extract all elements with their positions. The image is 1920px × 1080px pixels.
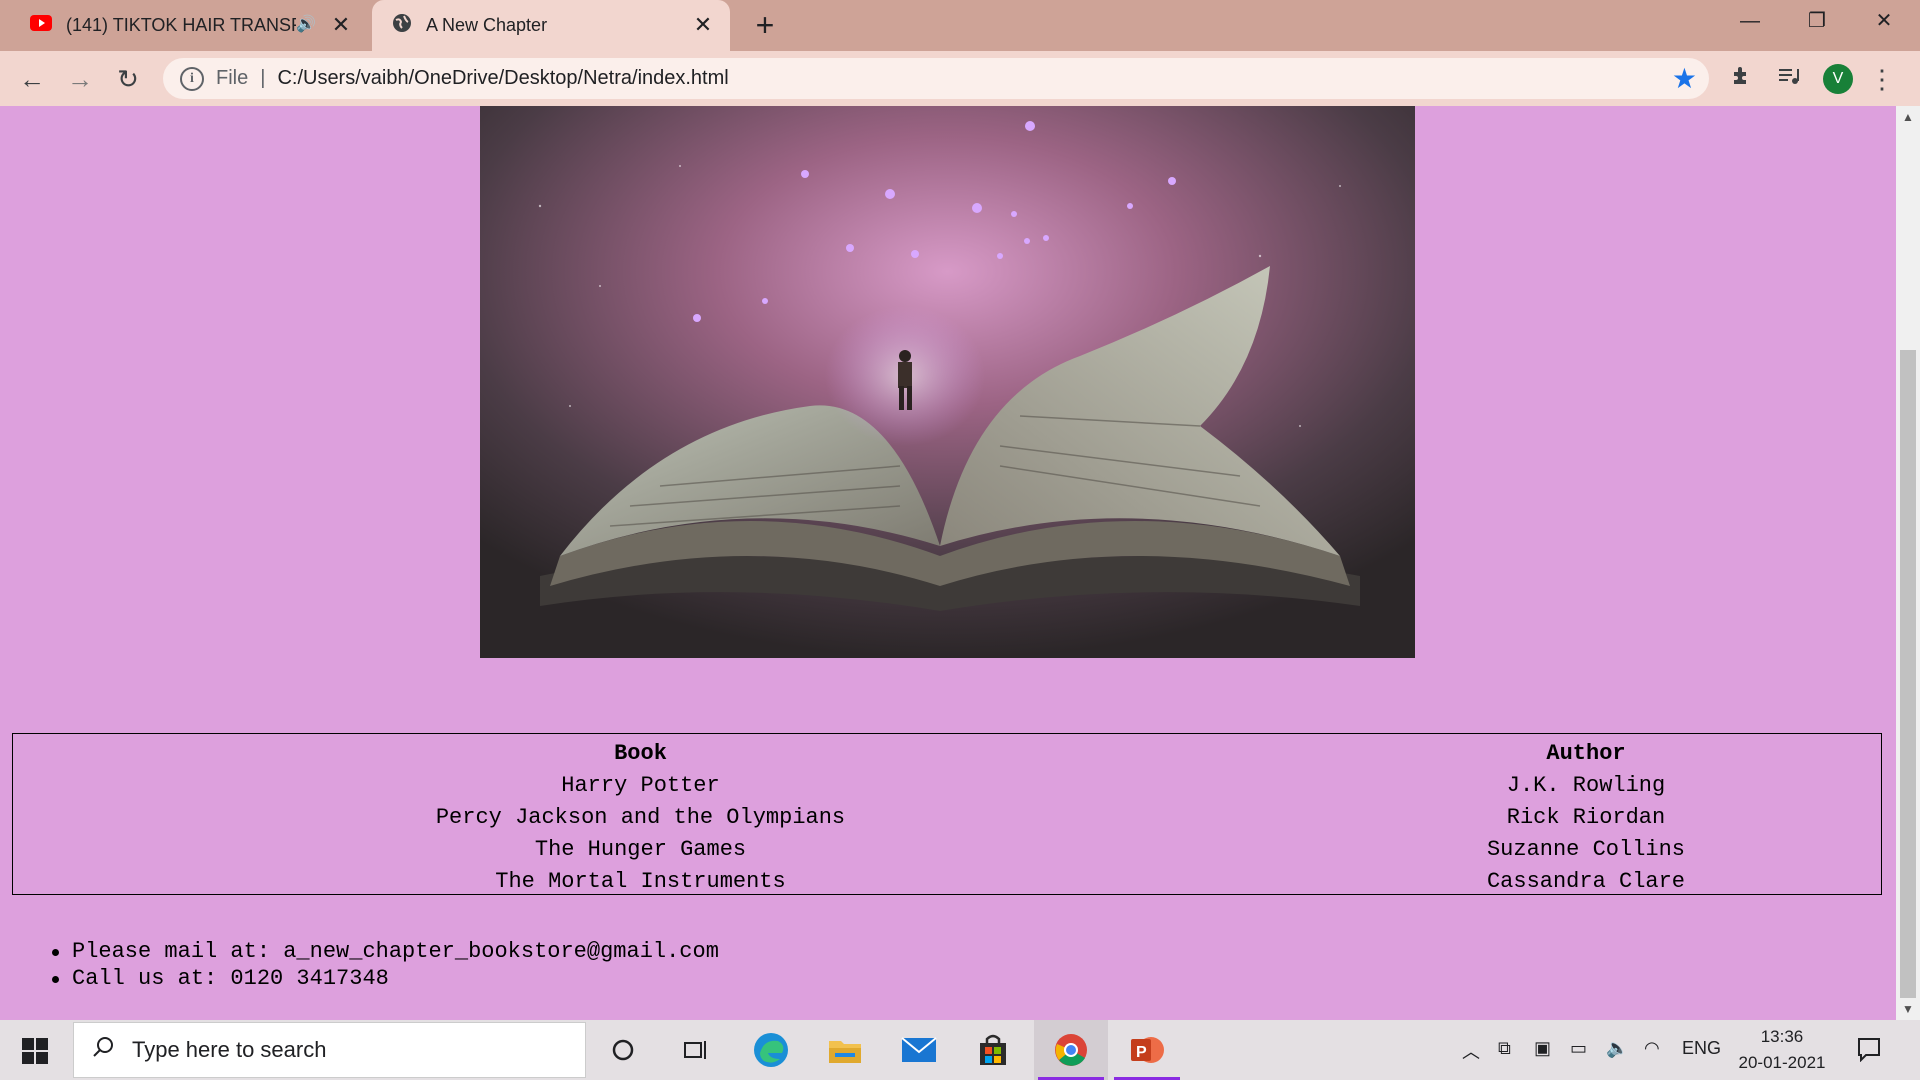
table-cell-book: Percy Jackson and the Olympians (435, 805, 846, 830)
edge-icon[interactable] (734, 1020, 808, 1080)
table-cell-book: The Mortal Instruments (495, 869, 786, 894)
tab-title: A New Chapter (426, 15, 548, 35)
minimize-button[interactable]: — (1730, 6, 1770, 36)
table-cell-book: The Hunger Games (534, 837, 747, 862)
display-icon[interactable]: ▣ (1534, 1038, 1551, 1059)
table-cell-author: Rick Riordan (1506, 805, 1666, 830)
browser-toolbar: ← → ↻ i File | C:/Users/vaibh/OneDrive/D… (0, 51, 1920, 106)
author-column: Author J.K. Rowling Rick Riordan Suzanne… (1268, 738, 1896, 898)
meet-icon[interactable]: ⧉ (1498, 1038, 1511, 1059)
forward-button[interactable]: → (64, 63, 96, 95)
speaker-icon[interactable]: 🔊 (296, 14, 316, 34)
search-placeholder: Type here to search (132, 1037, 327, 1062)
powerpoint-icon[interactable]: P (1110, 1020, 1184, 1080)
taskbar-search-input[interactable]: Type here to search (73, 1022, 586, 1078)
hero-image (480, 106, 1415, 658)
system-clock[interactable]: 13:36 20-01-2021 (1736, 1024, 1828, 1076)
tab-youtube[interactable]: (141) TIKTOK HAIR TRANSFO 🔊 ✕ (18, 0, 368, 51)
battery-icon[interactable]: ▭ (1570, 1038, 1587, 1059)
table-cell-author: Suzanne Collins (1486, 837, 1686, 862)
close-tab-icon[interactable]: ✕ (328, 12, 354, 38)
scroll-thumb[interactable] (1900, 350, 1916, 998)
volume-icon[interactable]: 🔈 (1606, 1038, 1628, 1059)
contact-list: Please mail at: a_new_chapter_bookstore@… (48, 938, 719, 992)
address-bar[interactable]: i File | C:/Users/vaibh/OneDrive/Desktop… (163, 58, 1709, 99)
windows-start-icon[interactable] (22, 1038, 48, 1064)
language-indicator[interactable]: ENG (1682, 1038, 1721, 1059)
globe-icon (392, 13, 412, 38)
book-column: Book Harry Potter Percy Jackson and the … (13, 738, 1268, 898)
svg-text:P: P (1136, 1044, 1147, 1061)
chevron-up-icon[interactable]: ︿ (1462, 1038, 1480, 1064)
avatar[interactable]: V (1823, 64, 1853, 94)
back-button[interactable]: ← (16, 63, 48, 95)
extensions-icon[interactable] (1726, 63, 1758, 95)
media-control-icon[interactable] (1773, 63, 1805, 95)
file-explorer-icon[interactable] (808, 1020, 882, 1080)
notification-icon[interactable] (1856, 1036, 1882, 1067)
youtube-icon (30, 15, 52, 36)
chrome-icon[interactable] (1034, 1020, 1108, 1080)
scroll-down-arrow-icon[interactable]: ▼ (1902, 1002, 1914, 1016)
page-viewport: Book Harry Potter Percy Jackson and the … (0, 106, 1896, 1020)
menu-icon[interactable]: ⋮ (1866, 63, 1898, 95)
task-view-icon[interactable] (659, 1020, 733, 1080)
clock-time: 13:36 (1760, 1027, 1804, 1046)
contact-phone: Call us at: 0120 3417348 (48, 965, 719, 992)
table-cell-book: Harry Potter (561, 773, 720, 798)
url-scheme-label: File (216, 67, 249, 89)
info-icon[interactable]: i (180, 66, 204, 91)
close-window-button[interactable]: ✕ (1864, 6, 1904, 36)
table-cell-author: J.K. Rowling (1506, 773, 1666, 798)
reload-button[interactable]: ↻ (112, 63, 144, 95)
wifi-icon[interactable]: ◠ (1644, 1038, 1660, 1059)
scroll-up-arrow-icon[interactable]: ▲ (1902, 110, 1914, 124)
close-tab-icon[interactable]: ✕ (690, 12, 716, 38)
page-scrollbar[interactable]: ▲ ▼ (1896, 106, 1920, 1020)
bookmark-star-icon[interactable]: ★ (1672, 62, 1697, 95)
tab-a-new-chapter[interactable]: A New Chapter ✕ (372, 0, 730, 51)
store-icon[interactable] (956, 1020, 1030, 1080)
windows-taskbar: Type here to search P ︿ ⧉ ▣ ▭ 🔈 ◠ ENG 13… (0, 1020, 1920, 1080)
contact-email: Please mail at: a_new_chapter_bookstore@… (48, 938, 719, 965)
tab-title: (141) TIKTOK HAIR TRANSFO (66, 15, 296, 35)
url-text[interactable]: C:/Users/vaibh/OneDrive/Desktop/Netra/in… (277, 67, 728, 90)
clock-date: 20-01-2021 (1738, 1053, 1826, 1072)
new-tab-button[interactable]: + (748, 8, 782, 42)
mail-icon[interactable] (882, 1020, 956, 1080)
restore-button[interactable]: ❐ (1797, 6, 1837, 36)
books-table: Book Harry Potter Percy Jackson and the … (12, 733, 1882, 895)
url-separator: | (260, 67, 266, 89)
table-header-author: Author (1546, 741, 1626, 766)
cortana-icon[interactable] (586, 1020, 660, 1080)
table-cell-author: Cassandra Clare (1486, 869, 1686, 894)
search-icon (92, 1036, 114, 1064)
tab-strip: (141) TIKTOK HAIR TRANSFO 🔊 ✕ A New Chap… (0, 0, 1920, 51)
table-header-book: Book (614, 741, 667, 766)
